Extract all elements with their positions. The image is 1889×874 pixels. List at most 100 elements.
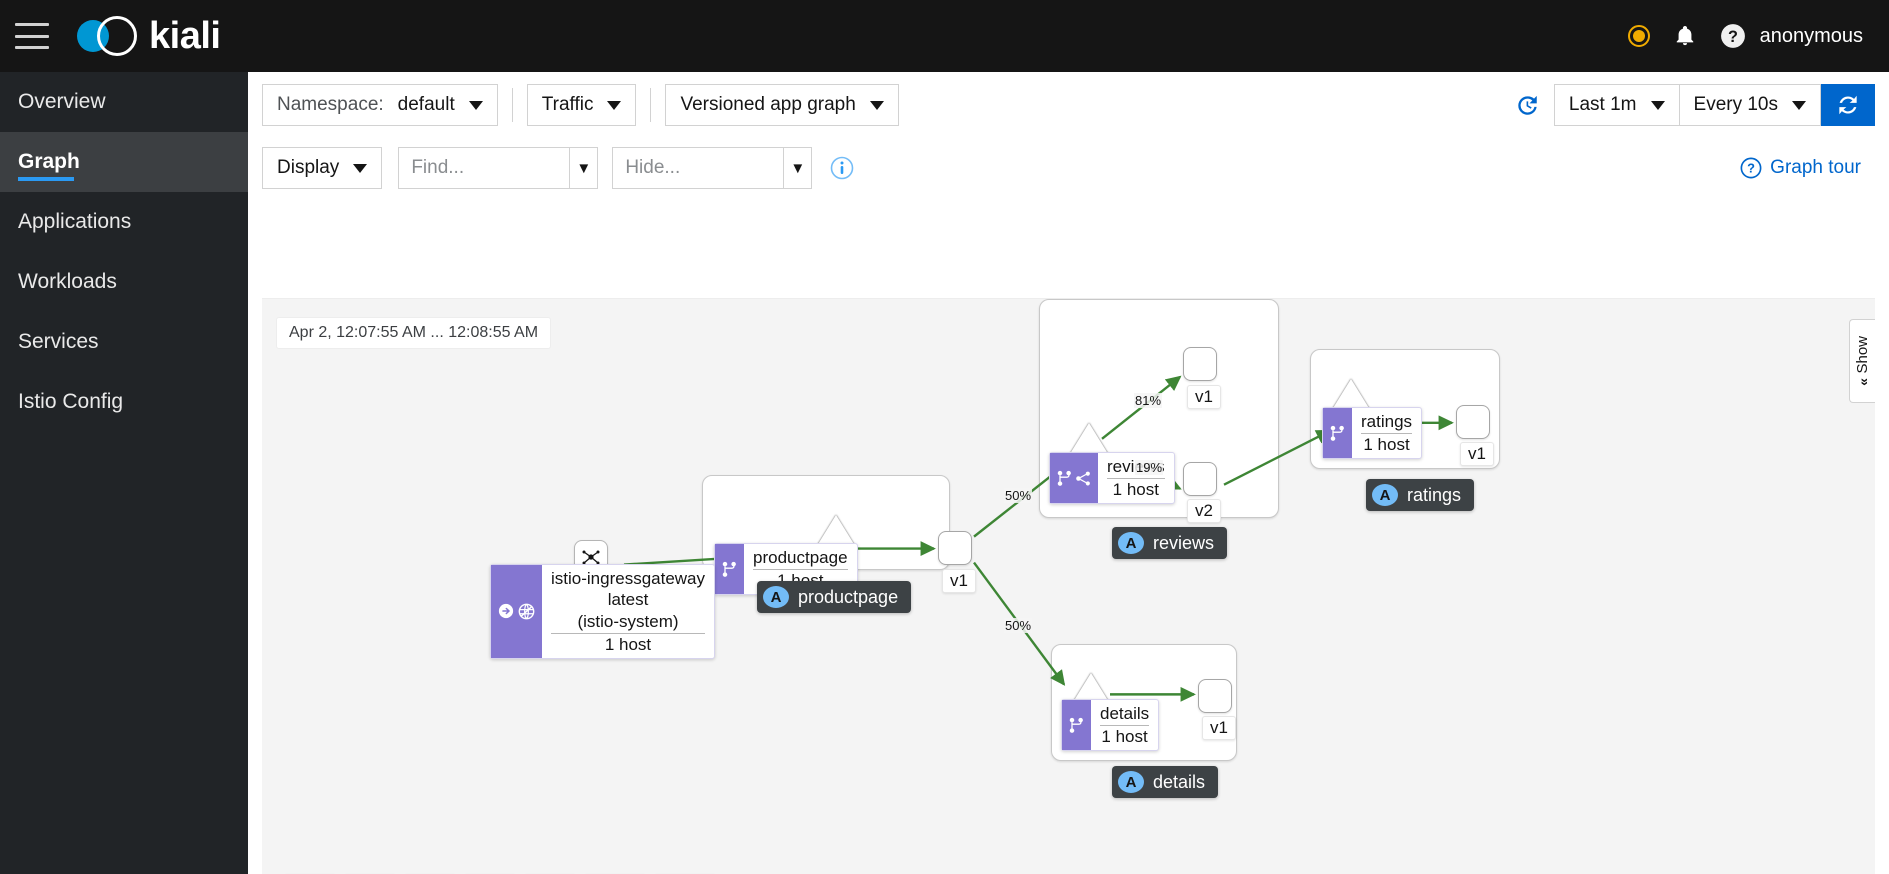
toolbar-divider: [511, 88, 513, 122]
badge-text-details: details 1 host: [1091, 700, 1158, 750]
workload-label-reviews-v1: v1: [1187, 385, 1221, 409]
app-badge-letter: A: [1118, 771, 1144, 793]
badge-title-productpage: productpage: [753, 547, 848, 571]
user-menu[interactable]: anonymous: [1760, 25, 1863, 48]
side-panel-show-label: Show: [1854, 336, 1871, 374]
side-panel-show-tab[interactable]: Show «: [1849, 319, 1875, 403]
display-selector[interactable]: Display: [262, 147, 383, 189]
graph-canvas-container: Apr 2, 12:07:55 AM ... 12:08:55 AM Show …: [262, 298, 1875, 874]
chevron-down-icon: [353, 163, 368, 173]
badge-hosts-details: 1 host: [1101, 727, 1148, 747]
graph-timestamp: Apr 2, 12:07:55 AM ... 12:08:55 AM: [276, 317, 552, 349]
refresh-interval-label: Every 10s: [1693, 94, 1778, 115]
kiali-logo[interactable]: kiali: [77, 13, 221, 59]
masthead: kiali ? anonymous: [0, 0, 1889, 72]
info-icon[interactable]: [830, 156, 854, 180]
traffic-selector[interactable]: Traffic: [526, 84, 637, 126]
graph-toolbar-primary: Namespace: default Traffic Versioned app…: [248, 72, 1889, 138]
refresh-button[interactable]: [1821, 84, 1875, 126]
workload-node-details-v1[interactable]: [1198, 679, 1232, 713]
edge-label-reviews-v1: 81%: [1134, 393, 1163, 408]
workload-label-productpage-v1: v1: [942, 569, 976, 593]
duration-selector[interactable]: Last 1m: [1553, 84, 1679, 126]
app-pill-ratings[interactable]: A ratings: [1366, 479, 1475, 511]
workload-node-productpage-v1[interactable]: [938, 531, 972, 565]
hide-dropdown-chevron-icon[interactable]: ▼: [784, 147, 813, 189]
sidebar-item-overview[interactable]: Overview: [0, 72, 248, 132]
destination-rule-icon: [1076, 471, 1090, 486]
app-pill-reviews[interactable]: A reviews: [1112, 527, 1228, 559]
app-pill-label-details: details: [1153, 771, 1206, 792]
help-and-user: ? anonymous: [1720, 23, 1863, 49]
gateway-arrow-icon: [498, 604, 514, 619]
graph-tour-link[interactable]: ? Graph tour: [1740, 157, 1875, 179]
svg-text:?: ?: [1747, 161, 1755, 176]
namespace-selector[interactable]: Namespace: default: [262, 84, 498, 126]
help-icon[interactable]: ?: [1720, 23, 1746, 49]
notifications-bell-icon[interactable]: [1674, 24, 1696, 48]
svg-text:?: ?: [1728, 28, 1738, 46]
find-input[interactable]: [398, 147, 571, 189]
sidebar-item-applications[interactable]: Applications: [0, 192, 248, 252]
badge-icons-productpage: [715, 544, 744, 595]
node-badge-details[interactable]: details 1 host: [1061, 699, 1160, 752]
graph-tour-label: Graph tour: [1770, 157, 1861, 178]
toolbar-divider: [650, 88, 652, 122]
workload-label-reviews-v2: v2: [1187, 499, 1221, 523]
duration-label: Last 1m: [1568, 94, 1637, 115]
badge-icons-ingress-gateway: [491, 565, 542, 658]
badge-hosts-reviews: 1 host: [1112, 480, 1159, 500]
sidebar-item-graph[interactable]: Graph: [0, 132, 248, 192]
badge-title-ratings: ratings: [1361, 411, 1413, 435]
sidebar-navigation: Overview Graph Applications Workloads Se…: [0, 72, 248, 874]
graph-toolbar-secondary: Display ▼ ▼ ?: [248, 138, 1889, 198]
globe-gateway-icon: [518, 603, 535, 620]
app-pill-productpage[interactable]: A productpage: [757, 581, 912, 613]
badge-icons-ratings: [1323, 408, 1352, 459]
hide-input[interactable]: [612, 147, 785, 189]
node-badge-ratings[interactable]: ratings 1 host: [1322, 407, 1423, 460]
workload-label-ratings-v1: v1: [1460, 442, 1494, 466]
question-circle-icon: ?: [1740, 157, 1762, 179]
namespace-label: Namespace:: [277, 94, 384, 115]
badge-icons-reviews: [1050, 453, 1098, 504]
kiali-logo-mark: [77, 13, 139, 59]
badge-text-ingress-gateway: istio-ingressgateway latest (istio-syste…: [542, 565, 714, 658]
app-badge-letter: A: [1372, 484, 1398, 506]
graph-type-selector[interactable]: Versioned app graph: [665, 84, 899, 126]
virtual-service-icon: [1330, 425, 1344, 441]
sidebar-item-istio-config[interactable]: Istio Config: [0, 372, 248, 432]
badge-text-ratings: ratings 1 host: [1352, 408, 1421, 458]
workload-node-reviews-v1[interactable]: [1183, 347, 1217, 381]
badge-hosts-ratings: 1 host: [1363, 435, 1410, 455]
node-badge-ingress-gateway[interactable]: istio-ingressgateway latest (istio-syste…: [490, 564, 716, 659]
edge-label-to-details: 50%: [1004, 618, 1033, 633]
graph-canvas[interactable]: Apr 2, 12:07:55 AM ... 12:08:55 AM Show …: [262, 299, 1875, 874]
hide-control: ▼: [612, 147, 813, 189]
edge-label-to-reviews: 50%: [1004, 488, 1033, 503]
main-content: Namespace: default Traffic Versioned app…: [248, 72, 1889, 874]
refresh-interval-selector[interactable]: Every 10s: [1678, 84, 1821, 126]
badge-title-details: details: [1100, 703, 1150, 727]
sidebar-item-services[interactable]: Services: [0, 312, 248, 372]
workload-node-reviews-v2[interactable]: [1183, 462, 1217, 496]
find-dropdown-chevron-icon[interactable]: ▼: [570, 147, 599, 189]
istio-status-icon[interactable]: [1627, 25, 1650, 47]
display-label: Display: [277, 157, 340, 178]
sidebar-item-workloads[interactable]: Workloads: [0, 252, 248, 312]
masthead-actions: ? anonymous: [1627, 23, 1889, 49]
app-pill-details[interactable]: A details: [1112, 766, 1219, 798]
app-badge-letter: A: [1118, 532, 1144, 554]
replay-history-icon[interactable]: [1514, 92, 1540, 118]
app-pill-label-productpage: productpage: [798, 586, 899, 607]
workload-node-ratings-v1[interactable]: [1456, 405, 1490, 439]
app-pill-label-ratings: ratings: [1407, 484, 1462, 505]
find-control: ▼: [398, 147, 599, 189]
kiali-logo-text: kiali: [149, 14, 221, 57]
refresh-icon: [1839, 95, 1857, 115]
graph-type-label: Versioned app graph: [680, 94, 856, 115]
edge-label-reviews-v2: 19%: [1135, 460, 1164, 475]
badge-hosts-ingress-gateway: 1 host: [604, 634, 652, 654]
nav-toggle-icon[interactable]: [15, 23, 49, 49]
chevron-down-icon: [869, 100, 884, 110]
